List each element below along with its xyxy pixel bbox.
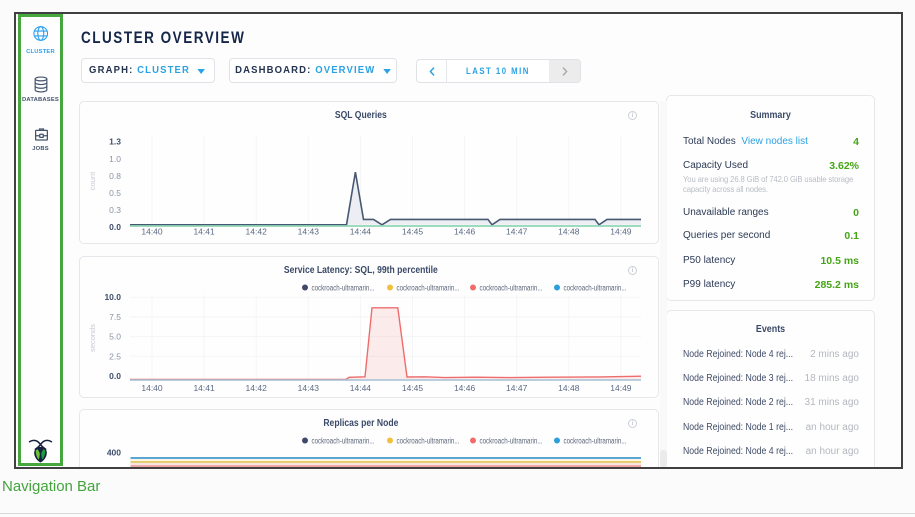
svg-text:cockroach-ultramarin...: cockroach-ultramarin... bbox=[564, 436, 627, 445]
svg-text:14:43: 14:43 bbox=[298, 227, 320, 237]
svg-text:14:49: 14:49 bbox=[610, 227, 632, 237]
svg-text:14:41: 14:41 bbox=[193, 383, 215, 393]
svg-text:14:44: 14:44 bbox=[350, 383, 372, 393]
svg-text:0.3: 0.3 bbox=[109, 205, 121, 215]
svg-text:cockroach-ultramarin...: cockroach-ultramarin... bbox=[397, 283, 460, 292]
svg-text:1.3: 1.3 bbox=[109, 137, 121, 147]
svg-text:2.5: 2.5 bbox=[109, 351, 121, 361]
svg-text:0.0: 0.0 bbox=[109, 371, 121, 381]
svg-text:14:41: 14:41 bbox=[193, 227, 215, 237]
svg-text:14:40: 14:40 bbox=[141, 383, 163, 393]
svg-text:5.0: 5.0 bbox=[109, 332, 121, 342]
svg-text:14:47: 14:47 bbox=[506, 227, 528, 237]
svg-text:14:49: 14:49 bbox=[610, 383, 632, 393]
svg-text:seconds: seconds bbox=[88, 324, 97, 352]
svg-text:14:45: 14:45 bbox=[402, 383, 424, 393]
svg-text:0.0: 0.0 bbox=[109, 222, 121, 232]
svg-text:14:40: 14:40 bbox=[141, 227, 163, 237]
svg-text:14:45: 14:45 bbox=[402, 227, 424, 237]
svg-text:cockroach-ultramarin...: cockroach-ultramarin... bbox=[312, 436, 375, 445]
svg-text:cockroach-ultramarin...: cockroach-ultramarin... bbox=[480, 436, 543, 445]
svg-text:cockroach-ultramarin...: cockroach-ultramarin... bbox=[312, 283, 375, 292]
svg-text:10.0: 10.0 bbox=[104, 292, 121, 302]
svg-text:14:48: 14:48 bbox=[558, 383, 580, 393]
svg-text:14:43: 14:43 bbox=[298, 383, 320, 393]
svg-text:14:46: 14:46 bbox=[454, 383, 476, 393]
svg-text:cockroach-ultramarin...: cockroach-ultramarin... bbox=[480, 283, 543, 292]
svg-text:14:44: 14:44 bbox=[350, 227, 372, 237]
svg-text:14:48: 14:48 bbox=[558, 227, 580, 237]
svg-text:7.5: 7.5 bbox=[109, 312, 121, 322]
svg-text:0.5: 0.5 bbox=[109, 188, 121, 198]
svg-text:cockroach-ultramarin...: cockroach-ultramarin... bbox=[564, 283, 627, 292]
svg-text:14:42: 14:42 bbox=[246, 383, 268, 393]
svg-text:14:42: 14:42 bbox=[246, 227, 268, 237]
svg-text:14:47: 14:47 bbox=[506, 383, 528, 393]
svg-text:0.8: 0.8 bbox=[109, 171, 121, 181]
svg-text:400: 400 bbox=[107, 447, 121, 457]
svg-text:count: count bbox=[88, 171, 97, 190]
svg-text:cockroach-ultramarin...: cockroach-ultramarin... bbox=[397, 436, 460, 445]
svg-text:14:46: 14:46 bbox=[454, 227, 476, 237]
svg-text:1.0: 1.0 bbox=[109, 154, 121, 164]
